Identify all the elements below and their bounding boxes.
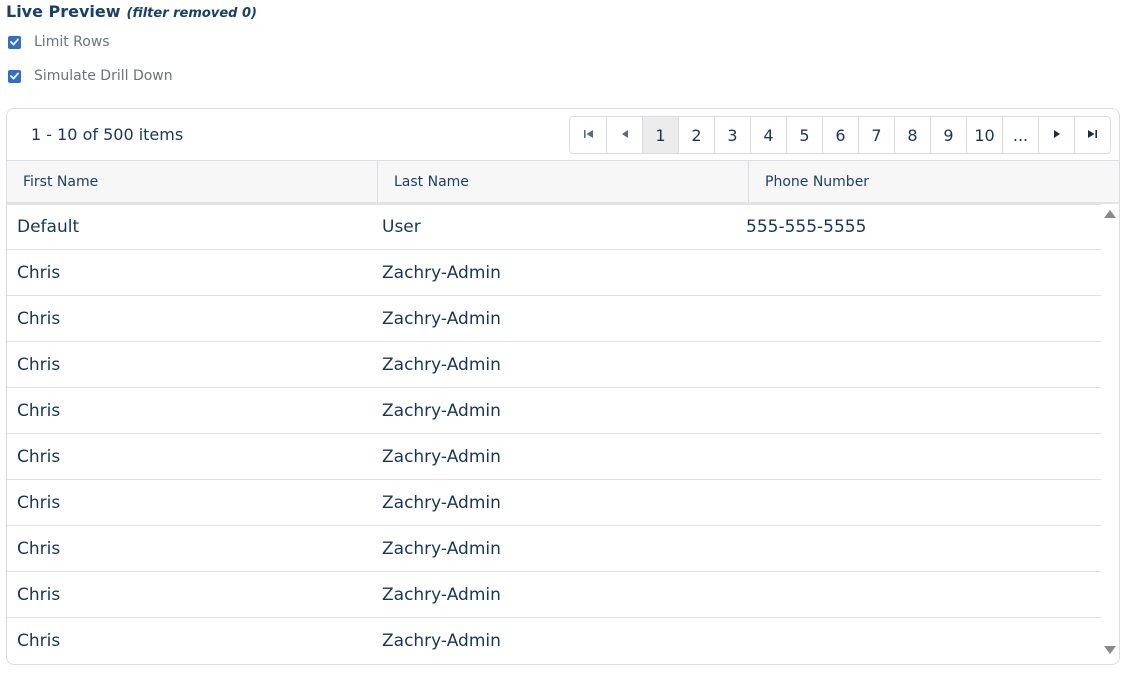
page-4-button[interactable]: 4 [750, 117, 786, 153]
first-page-button[interactable] [570, 117, 606, 153]
table-row[interactable]: Chris Zachry-Admin [7, 250, 1101, 296]
table-row[interactable]: Chris Zachry-Admin [7, 388, 1101, 434]
cell-first-name: Default [17, 216, 80, 237]
cell-phone-number [735, 388, 1101, 433]
table-row[interactable]: Chris Zachry-Admin [7, 296, 1101, 342]
cell-first-name: Chris [17, 446, 61, 467]
last-page-icon [1087, 129, 1098, 142]
cell-last-name: Zachry-Admin [382, 400, 501, 421]
page-10-button[interactable]: 10 [966, 117, 1002, 153]
table-row[interactable]: Chris Zachry-Admin [7, 480, 1101, 526]
page-2-button[interactable]: 2 [678, 117, 714, 153]
cell-phone-number [735, 618, 1101, 664]
pager-info: 1 - 10 of 500 items [31, 125, 184, 144]
table-row[interactable]: Chris Zachry-Admin [7, 434, 1101, 480]
table-row[interactable]: Chris Zachry-Admin [7, 342, 1101, 388]
cell-phone-number [735, 480, 1101, 525]
cell-first-name: Chris [17, 584, 61, 605]
cell-last-name: Zachry-Admin [382, 446, 501, 467]
column-header-phone-number[interactable]: Phone Number [749, 161, 1119, 202]
live-preview-title: Live Preview [6, 2, 121, 21]
cell-last-name: Zachry-Admin [382, 584, 501, 605]
cell-phone-number [735, 572, 1101, 617]
table-row[interactable]: Default User 555-555-5555 [7, 204, 1101, 250]
first-page-icon [583, 129, 594, 142]
cell-phone-number [735, 250, 1101, 295]
cell-last-name: User [382, 216, 421, 237]
cell-last-name: Zachry-Admin [382, 538, 501, 559]
page-7-button[interactable]: 7 [858, 117, 894, 153]
cell-last-name: Zachry-Admin [382, 262, 501, 283]
cell-phone-number [735, 296, 1101, 341]
cell-last-name: Zachry-Admin [382, 308, 501, 329]
checkmark-icon [10, 38, 19, 46]
vertical-scrollbar[interactable] [1101, 204, 1119, 664]
scroll-up-arrow-icon[interactable] [1104, 210, 1116, 218]
previous-page-button[interactable] [606, 117, 642, 153]
table-row[interactable]: Chris Zachry-Admin [7, 526, 1101, 572]
cell-first-name: Chris [17, 631, 61, 651]
cell-last-name: Zachry-Admin [382, 631, 501, 651]
scroll-down-arrow-icon[interactable] [1104, 646, 1116, 654]
cell-phone-number [735, 526, 1101, 571]
limit-rows-label: Limit Rows [34, 34, 110, 50]
next-page-icon [1053, 129, 1061, 142]
cell-first-name: Chris [17, 492, 61, 513]
pager-bar: 1 - 10 of 500 items 1 2 3 4 5 6 7 8 9 10… [7, 109, 1119, 160]
limit-rows-checkbox[interactable] [8, 35, 21, 49]
table-row[interactable]: Chris Zachry-Admin [7, 618, 1101, 664]
grid-header: First Name Last Name Phone Number [7, 160, 1119, 205]
cell-phone-number: 555-555-5555 [746, 216, 867, 237]
cell-phone-number [735, 342, 1101, 387]
page-1-button[interactable]: 1 [642, 117, 678, 153]
previous-page-icon [621, 129, 629, 142]
cell-first-name: Chris [17, 262, 61, 283]
cell-first-name: Chris [17, 538, 61, 559]
page-8-button[interactable]: 8 [894, 117, 930, 153]
filter-removed-note: (filter removed 0) [126, 6, 257, 21]
cell-first-name: Chris [17, 400, 61, 421]
checkmark-icon [10, 72, 19, 80]
page-title: Live Preview (filter removed 0) [6, 2, 257, 24]
cell-last-name: Zachry-Admin [382, 354, 501, 375]
cell-last-name: Zachry-Admin [382, 492, 501, 513]
more-pages-button[interactable]: ... [1002, 117, 1038, 153]
cell-first-name: Chris [17, 308, 61, 329]
page-5-button[interactable]: 5 [786, 117, 822, 153]
cell-first-name: Chris [17, 354, 61, 375]
page-3-button[interactable]: 3 [714, 117, 750, 153]
simulate-drill-down-label: Simulate Drill Down [34, 68, 173, 84]
table-row[interactable]: Chris Zachry-Admin [7, 572, 1101, 618]
column-header-first-name[interactable]: First Name [7, 161, 378, 202]
cell-phone-number [735, 434, 1101, 479]
pagination: 1 2 3 4 5 6 7 8 9 10 ... [569, 116, 1111, 154]
data-grid: 1 - 10 of 500 items 1 2 3 4 5 6 7 8 9 10… [6, 108, 1120, 665]
page-6-button[interactable]: 6 [822, 117, 858, 153]
next-page-button[interactable] [1038, 117, 1074, 153]
column-header-last-name[interactable]: Last Name [378, 161, 749, 202]
limit-rows-option[interactable]: Limit Rows [8, 33, 110, 51]
page-9-button[interactable]: 9 [930, 117, 966, 153]
grid-body: Default User 555-555-5555 Chris Zachry-A… [7, 204, 1101, 664]
last-page-button[interactable] [1074, 117, 1110, 153]
simulate-drill-down-checkbox[interactable] [8, 69, 21, 83]
simulate-drill-down-option[interactable]: Simulate Drill Down [8, 67, 173, 85]
